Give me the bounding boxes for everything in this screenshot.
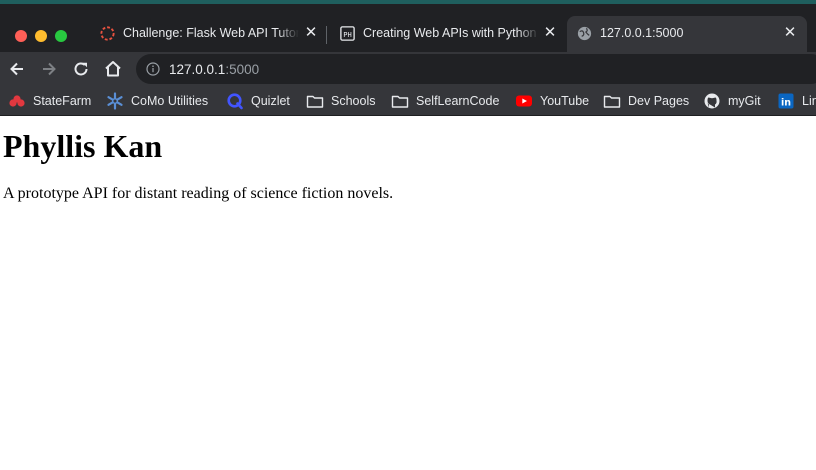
bookmark-label: StateFarm bbox=[33, 94, 92, 108]
bookmark-label: myGit bbox=[728, 94, 761, 108]
page-description: A prototype API for distant reading of s… bbox=[3, 185, 394, 202]
bookmark-label: Schools bbox=[331, 94, 376, 108]
linkedin-icon: in bbox=[778, 93, 794, 109]
reload-icon[interactable] bbox=[69, 57, 93, 81]
address-bar[interactable]: 127.0.0.1:5000 bbox=[136, 54, 816, 84]
svg-text:PH: PH bbox=[343, 30, 352, 39]
quizlet-icon bbox=[227, 93, 243, 110]
window-minimize-button[interactable] bbox=[35, 30, 47, 42]
bookmark-label: LinkedIn bbox=[802, 94, 816, 108]
back-icon[interactable] bbox=[5, 57, 29, 81]
info-icon[interactable] bbox=[146, 62, 160, 76]
bookmark-linkedin[interactable]: in LinkedIn bbox=[777, 92, 816, 110]
close-tab-icon[interactable]: ✕ bbox=[302, 24, 320, 42]
bookmark-label: YouTube bbox=[540, 94, 590, 108]
address-host: 127.0.0.1 bbox=[169, 62, 226, 77]
tab-separator bbox=[326, 26, 327, 44]
bookmarks-bar: StateFarm CoMo Utilities Quizlet Schools… bbox=[0, 86, 816, 116]
window-maximize-button[interactable] bbox=[55, 30, 67, 42]
page-content: Phyllis Kan A prototype API for distant … bbox=[0, 117, 816, 470]
home-icon[interactable] bbox=[101, 57, 125, 81]
window-close-button[interactable] bbox=[15, 30, 27, 42]
statefarm-icon bbox=[9, 95, 25, 107]
close-tab-icon[interactable]: ✕ bbox=[781, 24, 799, 42]
tab-title: Creating Web APIs with Python and Flask bbox=[363, 26, 539, 40]
tab-title: Challenge: Flask Web API Tutorial bbox=[123, 26, 299, 40]
youtube-icon bbox=[516, 95, 532, 107]
address-url: 127.0.0.1:5000 bbox=[169, 62, 259, 77]
tab-flask-challenge[interactable]: Challenge: Flask Web API Tutorial ✕ bbox=[90, 16, 322, 52]
close-tab-icon[interactable]: ✕ bbox=[541, 24, 559, 42]
address-port: :5000 bbox=[225, 62, 260, 77]
tab-title: 127.0.0.1:5000 bbox=[600, 26, 684, 40]
page-heading: Phyllis Kan bbox=[3, 128, 163, 164]
github-icon bbox=[704, 93, 720, 109]
bookmark-label: Dev Pages bbox=[628, 94, 690, 108]
navigation-toolbar: 127.0.0.1:5000 bbox=[0, 52, 816, 86]
svg-text:in: in bbox=[781, 97, 791, 108]
bookmark-label: SelfLearnCode bbox=[416, 94, 500, 108]
folder-icon bbox=[306, 95, 324, 108]
folder-icon bbox=[603, 95, 621, 108]
spinner-icon bbox=[100, 26, 115, 41]
bookmark-label: Quizlet bbox=[251, 94, 290, 108]
forward-icon[interactable] bbox=[37, 57, 61, 81]
programming-historian-icon: PH bbox=[340, 26, 355, 41]
tab-creating-web-apis[interactable]: PH Creating Web APIs with Python and Fla… bbox=[330, 16, 564, 52]
bookmark-label: CoMo Utilities bbox=[131, 94, 209, 108]
tab-localhost[interactable]: 127.0.0.1:5000 ✕ bbox=[567, 16, 807, 52]
folder-icon bbox=[391, 95, 409, 108]
globe-icon bbox=[577, 26, 592, 41]
snowflake-icon bbox=[107, 92, 123, 110]
